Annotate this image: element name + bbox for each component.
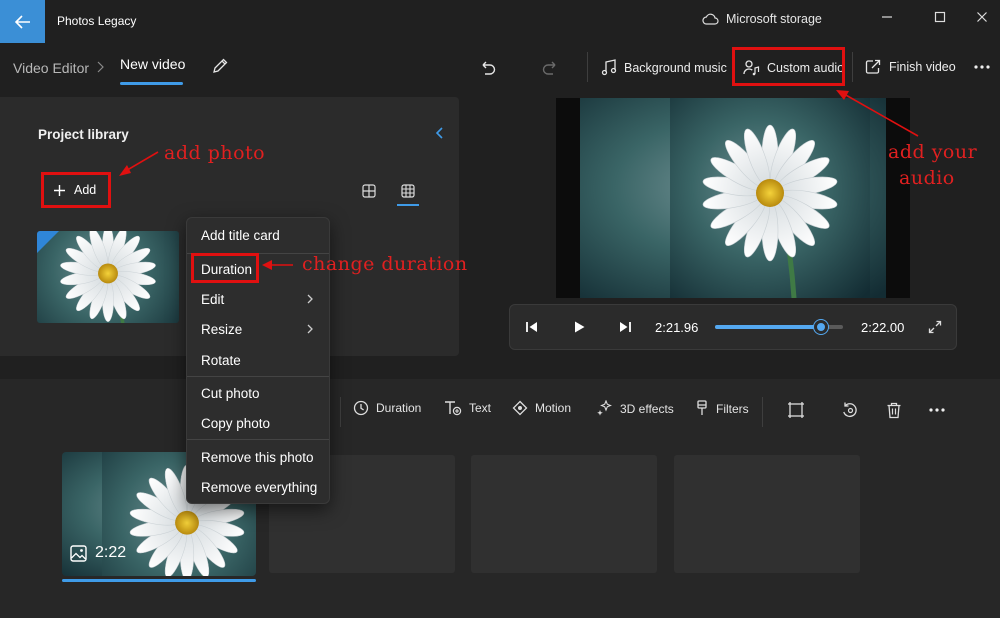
arrow-to-add-button [119,151,159,176]
annotation-add-your-audio-line1: add your [888,141,978,163]
annotation-change-duration: change duration [302,253,468,275]
annotation-add-photo: add photo [164,142,266,164]
annotation-add-your-audio-line2: audio [899,167,955,189]
arrow-to-duration-item [262,260,293,270]
annotation-arrows [119,90,919,270]
arrow-to-custom-audio [836,90,919,137]
